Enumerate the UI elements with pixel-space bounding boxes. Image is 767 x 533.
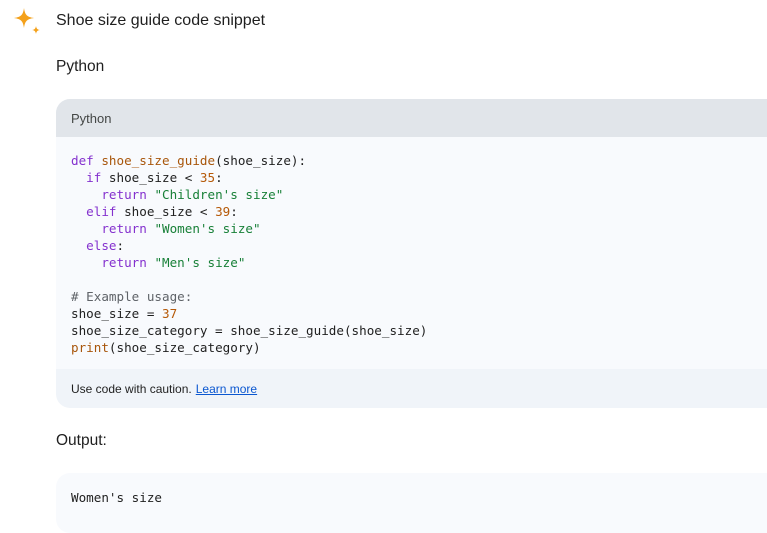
caution-text: Use code with caution. (71, 381, 192, 396)
code-line: shoe_size_category = shoe_size_guide(sho… (71, 323, 428, 338)
language-heading: Python (56, 58, 105, 75)
code-line: # Example usage: (71, 289, 193, 304)
code-line: return "Children's size" (101, 187, 284, 202)
code-language-label: Python (56, 99, 767, 137)
code-line: def shoe_size_guide(shoe_size): (71, 153, 307, 168)
code-content[interactable]: def shoe_size_guide(shoe_size): if shoe_… (56, 137, 767, 369)
code-footer: Use code with caution. Learn more (56, 369, 767, 408)
sparkle-icon (14, 8, 40, 34)
learn-more-link[interactable]: Learn more (196, 382, 257, 396)
code-line: else: (86, 238, 125, 253)
code-line: elif shoe_size < 39: (86, 204, 238, 219)
output-block: Women's size (56, 473, 767, 533)
code-line: return "Men's size" (101, 255, 246, 270)
output-heading: Output: (56, 432, 107, 449)
code-line: print(shoe_size_category) (71, 340, 261, 355)
code-line: shoe_size = 37 (71, 306, 178, 321)
code-line: return "Women's size" (101, 221, 261, 236)
response-title: Shoe size guide code snippet (56, 12, 266, 29)
code-line: if shoe_size < 35: (86, 170, 223, 185)
code-block: Python def shoe_size_guide(shoe_size): i… (56, 99, 767, 408)
output-line: Women's size (71, 490, 162, 505)
response-header (12, 6, 42, 36)
